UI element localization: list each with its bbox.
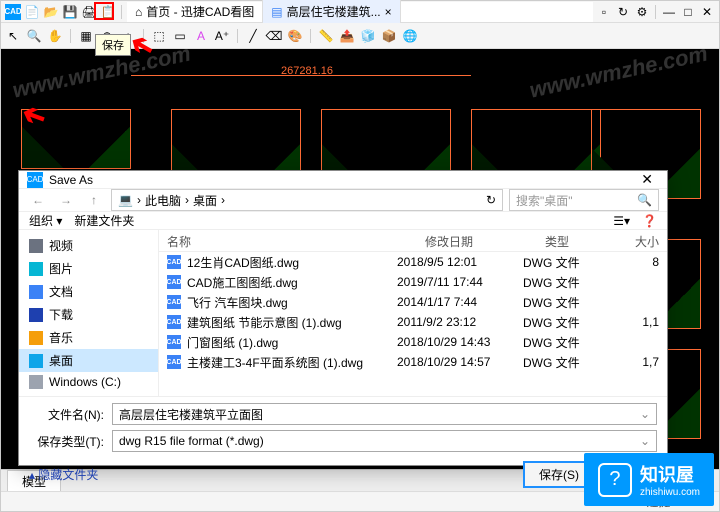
open-icon[interactable]: 📂 — [43, 4, 59, 20]
search-input[interactable]: 搜索"桌面" 🔍 — [509, 189, 659, 211]
path-segment[interactable]: 此电脑 — [145, 192, 181, 209]
dialog-titlebar: CAD Save As ✕ — [19, 171, 667, 189]
brand-url: zhishiwu.com — [640, 487, 700, 498]
refresh-icon[interactable]: ↻ — [615, 4, 631, 20]
folder-icon — [29, 285, 43, 299]
tab-home[interactable]: ⌂ 首页 - 迅捷CAD看图 — [127, 0, 263, 23]
tab-label: 首页 - 迅捷CAD看图 — [146, 3, 254, 20]
filename-input[interactable]: 高层层住宅楼建筑平立面图⌄ — [112, 403, 657, 425]
file-list: 名称 修改日期 类型 大小 CAD12生肖CAD图纸.dwg2018/9/5 1… — [159, 230, 667, 396]
dialog-close-icon[interactable]: ✕ — [635, 171, 659, 188]
file-row[interactable]: CAD飞行 汽车图块.dwg2014/1/17 7:44DWG 文件 — [159, 292, 667, 312]
tab-label: 高层住宅楼建筑... — [287, 3, 381, 20]
new-icon[interactable]: 📄 — [24, 4, 40, 20]
folder-icon — [29, 239, 43, 253]
col-size[interactable]: 大小 — [617, 230, 667, 251]
search-placeholder: 搜索"桌面" — [516, 192, 573, 209]
col-type[interactable]: 类型 — [537, 230, 617, 251]
tab-close-icon[interactable]: × — [385, 5, 392, 19]
file-row[interactable]: CAD门窗图纸 (1).dwg2018/10/29 14:43DWG 文件 — [159, 332, 667, 352]
filetype-select[interactable]: dwg R15 file format (*.dwg)⌄ — [112, 430, 657, 452]
col-date[interactable]: 修改日期 — [417, 230, 537, 251]
annotate-icon[interactable]: A⁺ — [214, 28, 230, 44]
dwg-icon: CAD — [167, 355, 181, 369]
dialog-toolbar: 组织 ▾ 新建文件夹 ☰▾ ❓ — [19, 212, 667, 230]
minimize-icon[interactable]: — — [661, 4, 677, 20]
brand-name: 知识屋 — [640, 461, 700, 487]
dimension-value: 267281.16 — [281, 65, 333, 77]
sidebar-item[interactable]: 视频 — [19, 234, 158, 257]
search-icon: 🔍 — [637, 193, 652, 207]
layer-icon[interactable]: ▦ — [78, 28, 94, 44]
organize-menu[interactable]: 组织 ▾ — [29, 212, 62, 229]
sidebar-item[interactable]: 下载 — [19, 303, 158, 326]
color-icon[interactable]: 🎨 — [287, 28, 303, 44]
path-segment[interactable]: 桌面 — [193, 192, 217, 209]
watermark: www.wmzhe.com — [527, 40, 710, 103]
dialog-sidebar: 视频图片文档下载音乐桌面Windows (C:) — [19, 230, 159, 396]
folder-icon — [29, 354, 43, 368]
plugin-icon[interactable]: 📦 — [381, 28, 397, 44]
hide-folders-link[interactable]: ▴ 隐藏文件夹 — [29, 466, 98, 483]
close-icon[interactable]: ✕ — [699, 4, 715, 20]
file-row[interactable]: CAD主楼建工3-4F平面系统图 (1).dwg2018/10/29 14:57… — [159, 352, 667, 372]
view-icon[interactable]: ☰▾ — [613, 214, 630, 228]
file-row[interactable]: CAD12生肖CAD图纸.dwg2018/9/5 12:01DWG 文件8 — [159, 252, 667, 272]
list-header: 名称 修改日期 类型 大小 — [159, 230, 667, 252]
col-name[interactable]: 名称 — [159, 230, 417, 251]
folder-icon — [29, 331, 43, 345]
settings-icon[interactable]: ⚙ — [634, 4, 650, 20]
erase-icon[interactable]: ⌫ — [266, 28, 282, 44]
dwg-icon: CAD — [167, 315, 181, 329]
home-icon: ⌂ — [135, 5, 142, 19]
pc-icon: 💻 — [118, 193, 133, 207]
nav-back-icon[interactable]: ← — [27, 189, 49, 211]
maximize-icon[interactable]: □ — [680, 4, 696, 20]
doc-icon: ▤ — [271, 5, 282, 19]
sidebar-item[interactable]: 音乐 — [19, 326, 158, 349]
dialog-icon: CAD — [27, 172, 43, 188]
filetype-label: 保存类型(T): — [29, 433, 104, 450]
pan-icon[interactable]: ✋ — [47, 28, 63, 44]
dwg-icon: CAD — [167, 335, 181, 349]
3d-icon[interactable]: 🧊 — [360, 28, 376, 44]
zoom-icon[interactable]: 🔍 — [26, 28, 42, 44]
tab-document[interactable]: ▤ 高层住宅楼建筑... × — [263, 0, 400, 23]
nav-up-icon[interactable]: ↑ — [83, 189, 105, 211]
file-row[interactable]: CAD建筑图纸 节能示意图 (1).dwg2011/9/2 23:12DWG 文… — [159, 312, 667, 332]
sidebar-item[interactable]: Windows (C:) — [19, 372, 158, 392]
sidebar-item[interactable]: 桌面 — [19, 349, 158, 372]
folder-icon — [29, 308, 43, 322]
line-icon[interactable]: ╱ — [245, 28, 261, 44]
text-icon[interactable]: A — [193, 28, 209, 44]
dwg-icon: CAD — [167, 295, 181, 309]
brand-icon: ? — [598, 463, 632, 497]
file-row[interactable]: CADCAD施工图图纸.dwg2019/7/11 17:44DWG 文件 — [159, 272, 667, 292]
new-folder-button[interactable]: 新建文件夹 — [74, 212, 134, 229]
save-icon[interactable]: 💾 — [62, 4, 78, 20]
dwg-icon: CAD — [167, 275, 181, 289]
measure-icon[interactable]: 📏 — [318, 28, 334, 44]
nav-forward-icon[interactable]: → — [55, 189, 77, 211]
refresh-icon[interactable]: ↻ — [486, 193, 496, 207]
save-highlight — [94, 2, 114, 20]
globe-icon[interactable]: 🌐 — [402, 28, 418, 44]
filename-label: 文件名(N): — [29, 406, 104, 423]
sidebar-item[interactable]: 文档 — [19, 280, 158, 303]
path-bar[interactable]: 💻 ›此电脑 ›桌面 › ↻ — [111, 189, 503, 211]
folder-icon — [29, 375, 43, 389]
cursor-icon[interactable]: ↖ — [5, 28, 21, 44]
folder-icon — [29, 262, 43, 276]
window-icon[interactable]: ▫ — [596, 4, 612, 20]
brand-badge: ? 知识屋 zhishiwu.com — [584, 453, 714, 506]
dialog-nav: ← → ↑ 💻 ›此电脑 ›桌面 › ↻ 搜索"桌面" 🔍 — [19, 189, 667, 212]
help-icon[interactable]: ❓ — [642, 214, 657, 228]
dwg-icon: CAD — [167, 255, 181, 269]
app-logo-icon: CAD — [5, 4, 21, 20]
export-icon[interactable]: 📤 — [339, 28, 355, 44]
sidebar-item[interactable]: 图片 — [19, 257, 158, 280]
dialog-title: Save As — [49, 173, 93, 187]
dialog-footer: 文件名(N): 高层层住宅楼建筑平立面图⌄ 保存类型(T): dwg R15 f… — [19, 396, 667, 498]
save-as-dialog: CAD Save As ✕ ← → ↑ 💻 ›此电脑 ›桌面 › ↻ 搜索"桌面… — [18, 170, 668, 466]
